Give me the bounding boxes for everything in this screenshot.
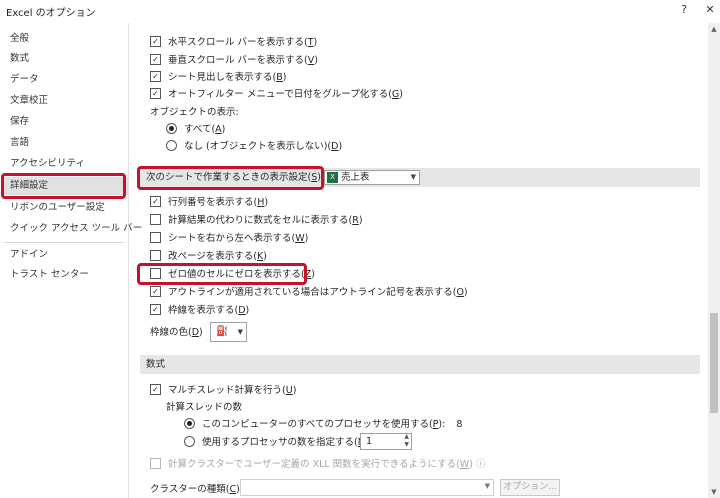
checkbox-unchecked-icon[interactable]	[150, 214, 161, 225]
section-title: 数式	[146, 359, 166, 370]
option-sheet-tabs[interactable]: ✓ シート見出しを表示する(B)	[150, 70, 286, 85]
radio-unselected-icon[interactable]	[184, 436, 195, 447]
spinner-up-icon[interactable]: ▲	[404, 433, 409, 440]
sidebar-item-accessibility[interactable]: アクセシビリティ	[10, 155, 85, 173]
radio-objects-none[interactable]: なし (オブジェクトを表示しない)(D)	[166, 139, 342, 154]
radio-manual-processors[interactable]: 使用するプロセッサの数を指定する(M):	[184, 435, 373, 450]
option-row-col-headers[interactable]: ✓ 行列番号を表示する(H)	[150, 195, 268, 210]
threads-label: 計算スレッドの数	[166, 402, 243, 413]
radio-objects-all[interactable]: すべて(A)	[166, 122, 225, 137]
checkbox-checked-icon[interactable]: ✓	[150, 384, 161, 395]
section-formulas: 数式	[140, 355, 700, 374]
sidebar-item-general[interactable]: 全般	[10, 30, 29, 48]
checkbox-checked-icon[interactable]: ✓	[150, 54, 161, 65]
chevron-down-icon: ▼	[237, 328, 243, 336]
sidebar-item-data[interactable]: データ	[10, 71, 39, 89]
radio-all-processors[interactable]: このコンピューターのすべてのプロセッサを使用する(P): 8	[184, 417, 462, 432]
checkbox-checked-icon[interactable]: ✓	[150, 304, 161, 315]
checkbox-checked-icon[interactable]: ✓	[150, 196, 161, 207]
sidebar-item-customize-ribbon[interactable]: リボンのユーザー設定	[10, 199, 105, 217]
option-show-formulas[interactable]: 計算結果の代わりに数式をセルに表示する(R)	[150, 213, 363, 228]
info-icon: ⓘ	[475, 459, 486, 470]
highlight-sheet-display	[137, 166, 324, 190]
sidebar-item-proofing[interactable]: 文章校正	[10, 92, 48, 110]
scroll-down-icon[interactable]: ▼	[708, 486, 720, 498]
cluster-options-button[interactable]: オプション...	[500, 479, 560, 496]
processor-count: 8	[456, 419, 463, 430]
cluster-type-select[interactable]: ▼	[240, 479, 494, 496]
close-icon[interactable]: ✕	[702, 2, 718, 18]
help-icon[interactable]: ?	[676, 2, 692, 18]
cluster-type-label: クラスターの種類(C):	[150, 484, 243, 495]
gridline-color-button[interactable]: ⛽ ▼	[210, 322, 247, 342]
sidebar-item-formulas[interactable]: 数式	[10, 50, 29, 68]
checkbox-unchecked-icon[interactable]	[150, 250, 161, 261]
checkbox-checked-icon[interactable]: ✓	[150, 71, 161, 82]
spinner-down-icon[interactable]: ▼	[404, 441, 409, 448]
option-page-breaks[interactable]: 改ページを表示する(K)	[150, 249, 267, 264]
chevron-down-icon: ▼	[410, 173, 416, 181]
radio-selected-icon[interactable]	[184, 418, 195, 429]
radio-selected-icon[interactable]	[166, 123, 177, 134]
option-group-dates[interactable]: ✓ オートフィルター メニューで日付をグループ化する(G)	[150, 87, 403, 102]
radio-unselected-icon[interactable]	[166, 140, 177, 151]
option-right-to-left[interactable]: シートを右から左へ表示する(W)	[150, 231, 308, 246]
sidebar: 全般 数式 データ 文章校正 保存 言語 アクセシビリティ 詳細設定 リボンのユ…	[0, 23, 142, 498]
sidebar-item-language[interactable]: 言語	[10, 134, 29, 152]
paint-bucket-icon: ⛽	[216, 326, 229, 337]
excel-sheet-icon: X	[327, 172, 338, 183]
sheet-select-value: 売上表	[341, 172, 370, 183]
options-content: ✓ 水平スクロール バーを表示する(T) ✓ 垂直スクロール バーを表示する(V) …	[130, 23, 708, 498]
scroll-up-icon[interactable]: ▲	[708, 23, 720, 35]
sidebar-item-trust-center[interactable]: トラスト センター	[10, 266, 89, 284]
checkbox-checked-icon[interactable]: ✓	[150, 36, 161, 47]
sheet-select[interactable]: X 売上表 ▼	[324, 170, 420, 185]
chevron-down-icon: ▼	[484, 482, 490, 490]
title-bar: Excel のオプション ? ✕	[0, 0, 720, 22]
checkbox-checked-icon[interactable]: ✓	[150, 286, 161, 297]
option-hscroll[interactable]: ✓ 水平スクロール バーを表示する(T)	[150, 35, 317, 50]
checkbox-checked-icon[interactable]: ✓	[150, 88, 161, 99]
option-gridlines[interactable]: ✓ 枠線を表示する(D)	[150, 303, 249, 318]
option-xll-cluster[interactable]: 計算クラスターでユーザー定義の XLL 関数を実行できるようにする(W) ⓘ	[150, 457, 485, 472]
highlight-zero-values	[137, 263, 307, 285]
sidebar-divider	[4, 242, 124, 243]
option-multithread[interactable]: ✓ マルチスレッド計算を行う(U)	[150, 383, 296, 398]
checkbox-unchecked-icon[interactable]	[150, 458, 161, 469]
highlight-advanced	[1, 173, 126, 199]
option-outline-symbols[interactable]: ✓ アウトラインが適用されている場合はアウトライン記号を表示する(O)	[150, 285, 468, 300]
sidebar-item-save[interactable]: 保存	[10, 113, 29, 131]
window-title: Excel のオプション	[6, 8, 96, 19]
scrollbar-thumb[interactable]	[710, 313, 718, 413]
spinner-value: 1	[366, 436, 373, 447]
sidebar-item-quick-access-toolbar[interactable]: クイック アクセス ツール バー	[10, 220, 142, 238]
sidebar-item-addins[interactable]: アドイン	[10, 246, 48, 264]
option-vscroll[interactable]: ✓ 垂直スクロール バーを表示する(V)	[150, 53, 318, 68]
vertical-scrollbar[interactable]: ▲ ▼	[708, 23, 720, 498]
checkbox-unchecked-icon[interactable]	[150, 232, 161, 243]
objects-label: オブジェクトの表示:	[150, 107, 239, 118]
gridline-color-label: 枠線の色(D)	[150, 327, 203, 338]
processor-count-spinner[interactable]: 1 ▲ ▼	[360, 433, 412, 450]
